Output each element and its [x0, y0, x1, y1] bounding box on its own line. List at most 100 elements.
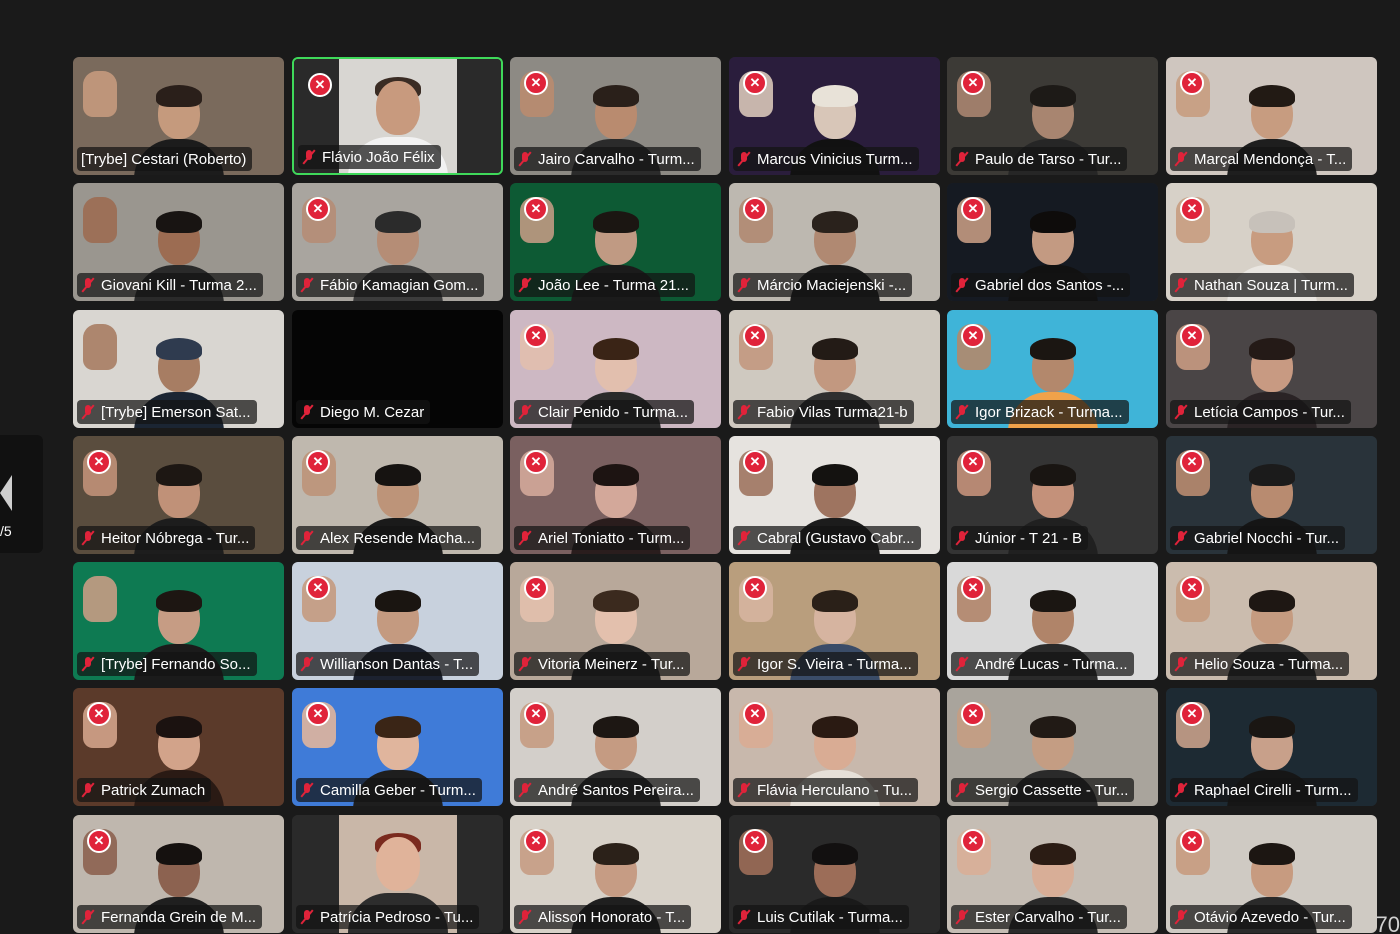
participant-name-label: Otávio Azevedo - Tur...: [1170, 905, 1352, 929]
participant-tile[interactable]: [Trybe] Fernando So...: [73, 562, 284, 680]
participant-name: Clair Penido - Turma...: [538, 403, 689, 421]
participant-tile[interactable]: ✕ Igor S. Vieira - Turma...: [729, 562, 940, 680]
participant-name: Sergio Cassette - Tur...: [975, 781, 1129, 799]
thumbs-down-gesture: [83, 71, 117, 117]
participant-tile[interactable]: ✕ Júnior - T 21 - B: [947, 436, 1158, 554]
muted-mic-icon: [518, 656, 532, 672]
participant-tile[interactable]: ✕ Fabio Vilas Turma21-b: [729, 310, 940, 428]
participant-tile[interactable]: Giovani Kill - Turma 2...: [73, 183, 284, 301]
participant-tile[interactable]: Diego M. Cezar: [292, 310, 503, 428]
participant-tile[interactable]: ✕ Fábio Kamagian Gom...: [292, 183, 503, 301]
participant-tile[interactable]: ✕ Nathan Souza | Turm...: [1166, 183, 1377, 301]
reaction-x-icon: ✕: [87, 450, 111, 474]
participant-tile[interactable]: ✕ Flávio João Félix: [292, 57, 503, 175]
reaction-x-icon: ✕: [961, 71, 985, 95]
participant-name: Nathan Souza | Turm...: [1194, 276, 1348, 294]
participant-name: Willianson Dantas - T...: [320, 655, 474, 673]
participant-tile[interactable]: ✕ Luis Cutilak - Turma...: [729, 815, 940, 933]
participant-name: Marçal Mendonça - T...: [1194, 150, 1347, 168]
participant-name-label: Giovani Kill - Turma 2...: [77, 273, 263, 297]
participant-tile[interactable]: [Trybe] Emerson Sat...: [73, 310, 284, 428]
muted-mic-icon: [955, 151, 969, 167]
participant-name-label: Gabriel dos Santos -...: [951, 273, 1131, 297]
muted-mic-icon: [81, 909, 95, 925]
participant-name: Fábio Kamagian Gom...: [320, 276, 479, 294]
participant-name: Heitor Nóbrega - Tur...: [101, 529, 250, 547]
participant-tile[interactable]: ✕ Alex Resende Macha...: [292, 436, 503, 554]
reaction-x-icon: ✕: [87, 829, 111, 853]
reaction-x-icon: ✕: [1180, 829, 1204, 853]
participant-tile[interactable]: ✕ João Lee - Turma 21...: [510, 183, 721, 301]
participant-tile[interactable]: ✕ Willianson Dantas - T...: [292, 562, 503, 680]
reaction-x-icon: ✕: [306, 576, 330, 600]
muted-mic-icon: [518, 404, 532, 420]
participant-tile[interactable]: ✕ Alisson Honorato - T...: [510, 815, 721, 933]
participant-tile[interactable]: ✕ Clair Penido - Turma...: [510, 310, 721, 428]
participant-tile[interactable]: ✕ Vitoria Meinerz - Tur...: [510, 562, 721, 680]
participant-name-label: Alex Resende Macha...: [296, 526, 482, 550]
participant-name: Júnior - T 21 - B: [975, 529, 1082, 547]
thumbs-down-gesture: [83, 576, 117, 622]
participant-tile[interactable]: ✕ André Lucas - Turma...: [947, 562, 1158, 680]
participant-tile[interactable]: ✕ Paulo de Tarso - Tur...: [947, 57, 1158, 175]
participant-tile[interactable]: ✕ Letícia Campos - Tur...: [1166, 310, 1377, 428]
participant-tile[interactable]: ✕ Marcus Vinicius Turm...: [729, 57, 940, 175]
muted-mic-icon: [737, 782, 751, 798]
participant-tile[interactable]: ✕ Igor Brizack - Turma...: [947, 310, 1158, 428]
muted-mic-icon: [302, 149, 316, 165]
participant-tile[interactable]: ✕ Fernanda Grein de M...: [73, 815, 284, 933]
participant-tile[interactable]: ✕ André Santos Pereira...: [510, 688, 721, 806]
participant-tile[interactable]: ✕ Marçal Mendonça - T...: [1166, 57, 1377, 175]
reaction-x-icon: ✕: [1180, 702, 1204, 726]
muted-mic-icon: [1174, 277, 1188, 293]
reaction-x-icon: ✕: [743, 450, 767, 474]
participant-tile[interactable]: ✕ Raphael Cirelli - Turm...: [1166, 688, 1377, 806]
previous-page-button[interactable]: /5: [0, 435, 43, 553]
participant-name-label: Igor S. Vieira - Turma...: [733, 652, 918, 676]
muted-mic-icon: [1174, 404, 1188, 420]
participant-name-label: André Santos Pereira...: [514, 778, 700, 802]
participant-tile[interactable]: ✕ Jairo Carvalho - Turm...: [510, 57, 721, 175]
participant-name: Gabriel dos Santos -...: [975, 276, 1125, 294]
participant-tile[interactable]: ✕ Márcio Maciejenski -...: [729, 183, 940, 301]
participant-tile[interactable]: ✕ Ester Carvalho - Tur...: [947, 815, 1158, 933]
muted-mic-icon: [737, 151, 751, 167]
muted-mic-icon: [955, 404, 969, 420]
page-indicator: /5: [0, 523, 12, 539]
participant-name: Luis Cutilak - Turma...: [757, 908, 903, 926]
reaction-x-icon: ✕: [743, 576, 767, 600]
participant-tile[interactable]: ✕ Cabral (Gustavo Cabr...: [729, 436, 940, 554]
participant-name-label: João Lee - Turma 21...: [514, 273, 695, 297]
muted-mic-icon: [300, 530, 314, 546]
participant-tile[interactable]: ✕ Patrick Zumach: [73, 688, 284, 806]
reaction-x-icon: ✕: [961, 324, 985, 348]
participant-tile[interactable]: ✕ Camilla Geber - Turm...: [292, 688, 503, 806]
participant-tile[interactable]: [Trybe] Cestari (Roberto): [73, 57, 284, 175]
participant-tile[interactable]: ✕ Helio Souza - Turma...: [1166, 562, 1377, 680]
participant-tile[interactable]: ✕ Ariel Toniatto - Turm...: [510, 436, 721, 554]
participant-name: Flávia Herculano - Tu...: [757, 781, 913, 799]
participant-name-label: Marcus Vinicius Turm...: [733, 147, 919, 171]
participant-tile[interactable]: Patrícia Pedroso - Tu...: [292, 815, 503, 933]
participant-tile[interactable]: ✕ Heitor Nóbrega - Tur...: [73, 436, 284, 554]
participant-name-label: Raphael Cirelli - Turm...: [1170, 778, 1358, 802]
participant-name: [Trybe] Fernando So...: [101, 655, 251, 673]
participant-tile[interactable]: ✕ Gabriel dos Santos -...: [947, 183, 1158, 301]
participant-tile[interactable]: ✕ Otávio Azevedo - Tur...: [1166, 815, 1377, 933]
reaction-x-icon: ✕: [306, 702, 330, 726]
muted-mic-icon: [518, 909, 532, 925]
participant-name-label: Camilla Geber - Turm...: [296, 778, 482, 802]
participant-tile[interactable]: ✕ Gabriel Nocchi - Tur...: [1166, 436, 1377, 554]
participant-tile[interactable]: ✕ Flávia Herculano - Tu...: [729, 688, 940, 806]
participant-name-label: Patrícia Pedroso - Tu...: [296, 905, 480, 929]
participant-name: Alisson Honorato - T...: [538, 908, 686, 926]
muted-mic-icon: [1174, 530, 1188, 546]
muted-mic-icon: [518, 530, 532, 546]
participant-name: [Trybe] Cestari (Roberto): [81, 150, 247, 168]
participant-tile[interactable]: ✕ Sergio Cassette - Tur...: [947, 688, 1158, 806]
participant-name-label: Márcio Maciejenski -...: [733, 273, 913, 297]
participant-name-label: Marçal Mendonça - T...: [1170, 147, 1353, 171]
participant-name: Otávio Azevedo - Tur...: [1194, 908, 1346, 926]
participant-name: Raphael Cirelli - Turm...: [1194, 781, 1352, 799]
reaction-x-icon: ✕: [1180, 197, 1204, 221]
